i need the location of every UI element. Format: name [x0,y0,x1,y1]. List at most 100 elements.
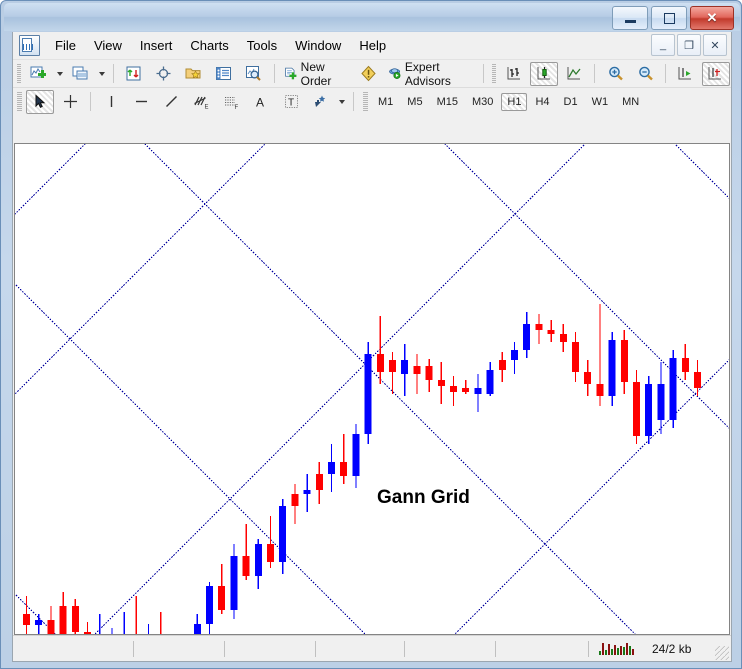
traffic-bar [602,643,604,655]
shapes-button[interactable] [307,90,335,114]
candlestick-chart-button[interactable] [530,62,558,86]
status-cell-6 [496,641,589,657]
data-window-button[interactable] [150,62,178,86]
menu-help[interactable]: Help [350,34,395,57]
traffic-bar [626,643,628,655]
expert-advisors-button[interactable]: Expert Advisors [385,62,477,86]
timeframe-m15[interactable]: M15 [431,93,464,111]
timeframe-d1[interactable]: D1 [558,93,584,111]
new-order-icon [284,65,297,82]
zoom-out-button[interactable] [631,62,659,86]
shapes-arrows-icon [313,94,330,109]
window-controls: ✕ [612,6,734,30]
vertical-line-button[interactable] [97,90,125,114]
zoom-out-icon [637,65,654,82]
fibonacci-button[interactable]: F [217,90,245,114]
data-usage-label: 24/2 kb [652,642,691,656]
navigator-button[interactable] [180,62,208,86]
connection-strength-icon[interactable] [599,642,634,655]
traffic-bar [599,651,601,655]
minimize-icon [625,20,636,23]
timeframe-m30[interactable]: M30 [466,93,499,111]
minimize-button[interactable] [612,6,648,30]
text-button[interactable]: A [247,90,275,114]
market-watch-button[interactable] [120,62,148,86]
price-chart[interactable]: Gann Grid [14,143,730,635]
chart-shift-icon [707,65,724,82]
status-cell-4 [316,641,405,657]
horizontal-line-icon [134,94,149,109]
new-order-button[interactable]: New Order [281,62,353,86]
horizontal-line-button[interactable] [127,90,155,114]
timeframe-h1[interactable]: H1 [501,93,527,111]
candlestick-chart-icon [536,65,553,82]
terminal-button[interactable] [210,62,238,86]
profiles-button[interactable] [67,62,95,86]
line-chart-button[interactable] [560,62,588,86]
close-icon: ✕ [707,10,718,26]
mdi-restore-button[interactable]: ❐ [677,34,701,56]
bar-chart-button[interactable] [500,62,528,86]
metatrader-window: ✕ File View Insert Charts Tools Window H… [0,0,742,669]
toolbar-grip-4[interactable] [363,92,368,111]
new-chart-dropdown-arrow[interactable] [57,72,63,76]
new-chart-icon [30,65,47,82]
line-chart-icon [566,65,583,82]
menu-tools[interactable]: Tools [238,34,286,57]
mdi-minimize-button[interactable]: _ [651,34,675,56]
toolbar-grip[interactable] [17,64,21,83]
timeframe-h4[interactable]: H4 [529,93,555,111]
metatrader-chart-icon[interactable] [19,35,40,56]
traffic-bar [629,646,631,655]
toolbar-separator [274,64,275,83]
chart-canvas [15,144,729,635]
toolbar-grip-2[interactable] [492,64,496,83]
status-bar: 24/2 kb [13,635,731,661]
timeframe-m1[interactable]: M1 [372,93,399,111]
window-title-bar: ✕ [4,3,740,31]
trendline-button[interactable] [157,90,185,114]
timeframe-w1[interactable]: W1 [586,93,615,111]
toolbar-separator [483,64,484,83]
status-cell-3 [225,641,316,657]
crosshair-button[interactable] [56,90,84,114]
arrow-cursor-icon [33,94,48,109]
zoom-in-button[interactable] [601,62,629,86]
menu-insert[interactable]: Insert [131,34,182,57]
mdi-close-button[interactable]: ✕ [703,34,727,56]
trendline-icon [164,94,179,109]
traffic-bar [617,648,619,655]
toolbar-grip-3[interactable] [17,92,22,111]
status-cell-1 [13,641,134,657]
toolbar-separator [90,92,91,111]
text-label-icon: T [284,94,299,109]
strategy-tester-button[interactable] [240,62,268,86]
new-chart-button[interactable] [25,62,53,86]
profiles-dropdown-arrow[interactable] [99,72,105,76]
timeframe-m5[interactable]: M5 [401,93,428,111]
auto-scroll-button[interactable] [672,62,700,86]
close-button[interactable]: ✕ [690,6,734,30]
toolbar-separator [113,64,114,83]
menu-view[interactable]: View [85,34,131,57]
menu-bar: File View Insert Charts Tools Window Hel… [13,32,731,60]
traffic-bar [620,646,622,655]
menu-window[interactable]: Window [286,34,350,57]
chart-shift-button[interactable] [702,62,730,86]
toolbar-separator [665,64,666,83]
menu-charts[interactable]: Charts [181,34,237,57]
maximize-button[interactable] [651,6,687,30]
shapes-dropdown-arrow[interactable] [339,100,345,104]
vertical-line-icon [104,94,119,109]
text-label-button[interactable]: T [277,90,305,114]
svg-text:E: E [204,104,208,110]
crosshair-target-icon [155,65,172,82]
timeframe-mn[interactable]: MN [616,93,645,111]
cursor-button[interactable] [26,90,54,114]
crosshair-icon [63,94,78,109]
toolbar-separator [353,92,354,111]
metaeditor-button[interactable] [355,62,383,86]
resize-grip[interactable] [715,646,729,660]
menu-file[interactable]: File [46,34,85,57]
elliott-wave-button[interactable]: E [187,90,215,114]
